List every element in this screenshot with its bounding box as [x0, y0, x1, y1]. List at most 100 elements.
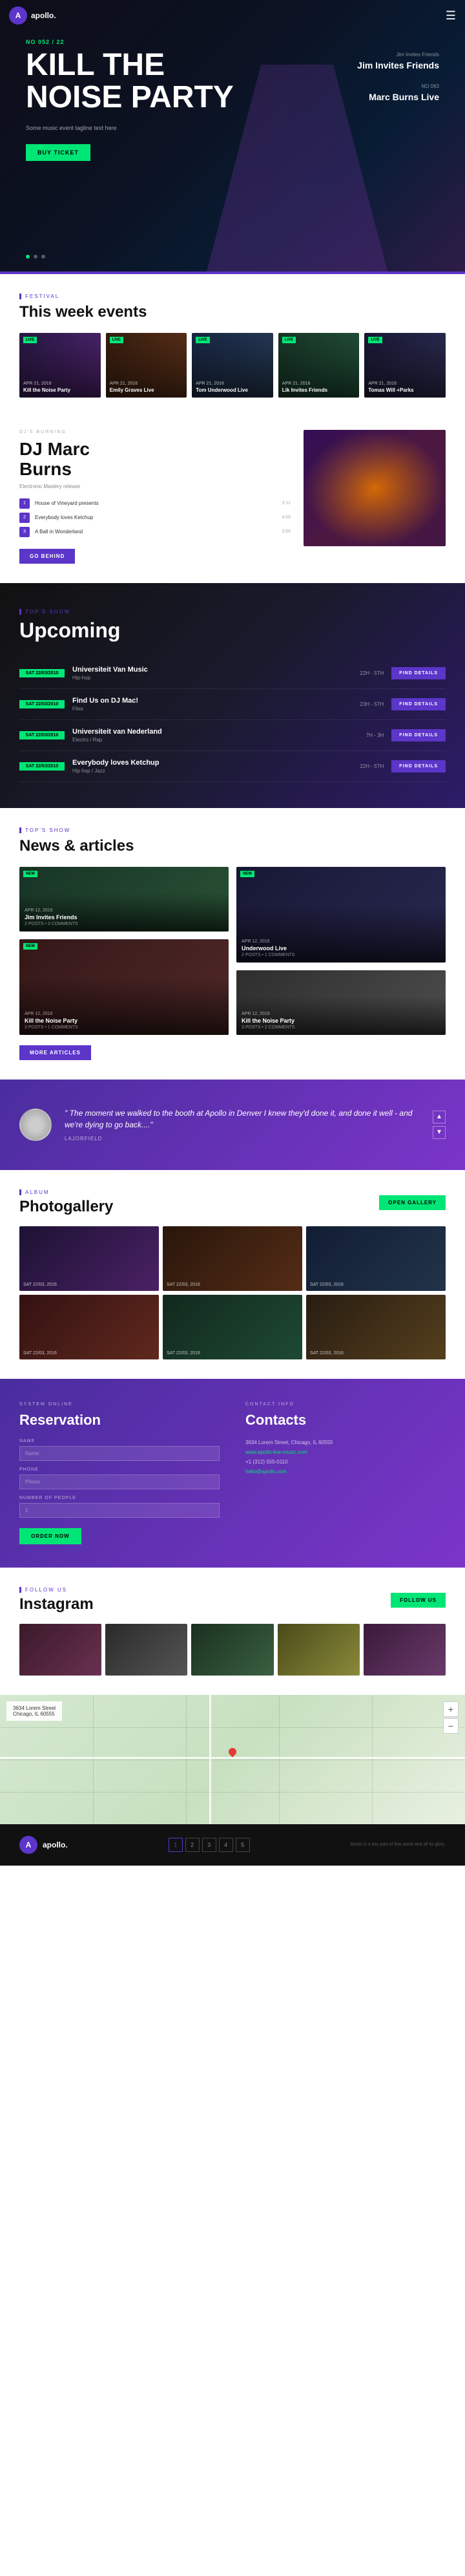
dj-track-num-1: 2 [19, 513, 30, 523]
event-info-2: APR 21, 2016 Tom Underwood Live [192, 378, 273, 398]
footer-page-btn-5[interactable]: 5 [236, 1838, 250, 1852]
gallery-item-0[interactable]: SAT 22/03, 2016 [19, 1226, 159, 1291]
upcoming-find-btn-2[interactable]: FIND DETAILS [391, 729, 446, 741]
reservation-people-input[interactable] [19, 1503, 220, 1518]
contacts-label: CONTACT INFO [245, 1402, 446, 1407]
news-card-tag-0: NEW [23, 871, 37, 877]
reservation-label: SYSTEM ONLINE [19, 1402, 220, 1407]
news-grid: NEW APR 12, 2016 Jim Invites Friends 2 P… [19, 867, 446, 1035]
news-card-0[interactable]: NEW APR 12, 2016 Jim Invites Friends 2 P… [19, 867, 229, 931]
hero-dot-3[interactable] [41, 255, 45, 259]
upcoming-date-2: SAT 22/03/2010 [19, 731, 65, 740]
contacts-info: 3634 Lorem Street, Chicago, IL 60555 www… [245, 1439, 446, 1476]
more-articles-button[interactable]: MORE ARTICLES [19, 1045, 91, 1060]
map-pin-head [227, 1746, 238, 1757]
upcoming-time-1: 23H - 5TH [360, 701, 384, 707]
upcoming-find-btn-0[interactable]: FIND DETAILS [391, 667, 446, 679]
map-zoom-in-button[interactable]: + [443, 1701, 459, 1717]
map-line-v4 [372, 1695, 373, 1824]
dj-track-2: 3 A Ball in Wonderland 3:55 [19, 527, 291, 537]
contacts-title: Contacts [245, 1412, 446, 1429]
hero-right-label2: Marc Burns Live [357, 92, 439, 102]
order-now-button[interactable]: ORDER NOW [19, 1528, 81, 1544]
reservation-contacts-section: SYSTEM ONLINE Reservation Name Phone Num… [0, 1379, 465, 1568]
footer-page-btn-1[interactable]: 1 [169, 1838, 183, 1852]
event-tag-4: LIVE [368, 337, 382, 343]
dj-track-0: 1 House of Vineyard presents 3:12 [19, 498, 291, 509]
upcoming-date-0: SAT 22/03/2010 [19, 669, 65, 677]
testimonial-section: " The moment we walked to the booth at A… [0, 1080, 465, 1170]
testimonial-next-arrow[interactable]: ▼ [433, 1126, 446, 1139]
gallery-header: ALBUM Photogallery OPEN GALLERY [19, 1189, 446, 1216]
upcoming-info-1: Find Us on DJ Mac! Files [72, 697, 352, 712]
hero-section: A apollo. ☰ NO 052 / 22 Kill the Noise P… [0, 0, 465, 271]
gallery-item-3[interactable]: SAT 22/03, 2016 [19, 1295, 159, 1359]
buy-ticket-button[interactable]: BUY TICKET [26, 144, 90, 161]
dj-behind-button[interactable]: GO BEHIND [19, 549, 75, 564]
reservation-name-input[interactable] [19, 1446, 220, 1461]
gallery-item-2[interactable]: SAT 22/03, 2016 [306, 1226, 446, 1291]
footer-logo: A apollo. [19, 1836, 68, 1854]
contacts-website-link[interactable]: www.apollo-live-music.com [245, 1449, 307, 1455]
event-date-0: APR 21, 2016 [23, 381, 97, 386]
insta-item-0[interactable] [19, 1624, 101, 1676]
gallery-item-tag-0: SAT 22/03, 2016 [23, 1283, 57, 1287]
map-line-v1 [93, 1695, 94, 1824]
gallery-item-1[interactable]: SAT 22/03, 2016 [163, 1226, 302, 1291]
event-name-0: Kill the Noise Party [23, 387, 97, 394]
footer-page-btn-3[interactable]: 3 [202, 1838, 216, 1852]
hero-dot-2[interactable] [34, 255, 37, 259]
gallery-item-5[interactable]: SAT 22/03, 2016 [306, 1295, 446, 1359]
contacts-email-link[interactable]: hello@apollo.com [245, 1469, 287, 1474]
event-card-3[interactable]: LIVE APR 21, 2016 Lik Invites Friends [278, 333, 360, 398]
footer-page-btn-2[interactable]: 2 [185, 1838, 200, 1852]
gallery-label: ALBUM [19, 1189, 113, 1195]
hero-title: Kill the Noise Party [26, 49, 234, 114]
hero-right-tag2: NO 063 [357, 83, 439, 89]
event-info-4: APR 21, 2016 Tomas Will +Parks [364, 378, 446, 398]
dj-name: DJ Marc Burns [19, 440, 291, 480]
event-card-1[interactable]: LIVE APR 21, 2016 Emily Graves Live [106, 333, 187, 398]
footer-page-btn-4[interactable]: 4 [219, 1838, 233, 1852]
upcoming-find-btn-3[interactable]: FIND DETAILS [391, 760, 446, 772]
gallery-item-overlay-4 [163, 1295, 302, 1359]
gallery-item-4[interactable]: SAT 22/03, 2016 [163, 1295, 302, 1359]
footer-pagination: 1 2 3 4 5 [169, 1838, 250, 1852]
upcoming-venue-3: Hip hop / Jazz [72, 768, 352, 774]
event-info-1: APR 21, 2016 Emily Graves Live [106, 378, 187, 398]
hero-dot-1[interactable] [26, 255, 30, 259]
news-right-col: NEW APR 12, 2016 Underwood Live 2 POSTS … [236, 867, 446, 1035]
event-card-0[interactable]: LIVE APR 21, 2016 Kill the Noise Party [19, 333, 101, 398]
insta-item-4[interactable] [364, 1624, 446, 1676]
event-card-2[interactable]: LIVE APR 21, 2016 Tom Underwood Live [192, 333, 273, 398]
follow-us-button[interactable]: FOLLOW US [391, 1593, 446, 1608]
news-section-title: News & articles [19, 837, 446, 855]
instagram-section: FOLLOW US Instagram FOLLOW US [0, 1568, 465, 1695]
dj-desc: Electronic Mastery release [19, 484, 291, 489]
dj-info: DJ'S BURNING DJ Marc Burns Electronic Ma… [19, 430, 291, 564]
insta-item-1[interactable] [105, 1624, 187, 1676]
map-zoom-out-button[interactable]: − [443, 1718, 459, 1734]
news-card-3[interactable]: APR 12, 2016 Kill the Noise Party 3 POST… [236, 970, 446, 1035]
event-card-4[interactable]: LIVE APR 21, 2016 Tomas Will +Parks [364, 333, 446, 398]
testimonial-prev-arrow[interactable]: ▲ [433, 1111, 446, 1123]
gallery-item-tag-5: SAT 22/03, 2016 [310, 1351, 344, 1356]
news-card-title-1: Kill the Noise Party [25, 1017, 223, 1024]
news-card-meta-0: 2 POSTS • 3 COMMENTS [25, 922, 223, 926]
events-grid: LIVE APR 21, 2016 Kill the Noise Party L… [19, 333, 446, 398]
gallery-item-overlay-2 [306, 1226, 446, 1291]
hamburger-menu[interactable]: ☰ [446, 9, 456, 23]
instagram-grid [19, 1624, 446, 1676]
contacts-col: CONTACT INFO Contacts 3634 Lorem Street,… [245, 1402, 446, 1544]
logo-bar: A apollo. [9, 6, 56, 25]
open-gallery-button[interactable]: OPEN GALLERY [379, 1195, 446, 1210]
upcoming-date-1: SAT 22/03/2010 [19, 700, 65, 708]
insta-item-2[interactable] [191, 1624, 273, 1676]
upcoming-find-btn-1[interactable]: FIND DETAILS [391, 698, 446, 710]
insta-item-3[interactable] [278, 1624, 360, 1676]
news-card-1[interactable]: NEW APR 12, 2016 Kill the Noise Party 3 … [19, 939, 229, 1035]
news-card-2-top[interactable]: NEW APR 12, 2016 Underwood Live 2 POSTS … [236, 867, 446, 963]
gallery-section: ALBUM Photogallery OPEN GALLERY SAT 22/0… [0, 1170, 465, 1379]
reservation-phone-input[interactable] [19, 1474, 220, 1489]
dj-track-num-0: 1 [19, 498, 30, 509]
